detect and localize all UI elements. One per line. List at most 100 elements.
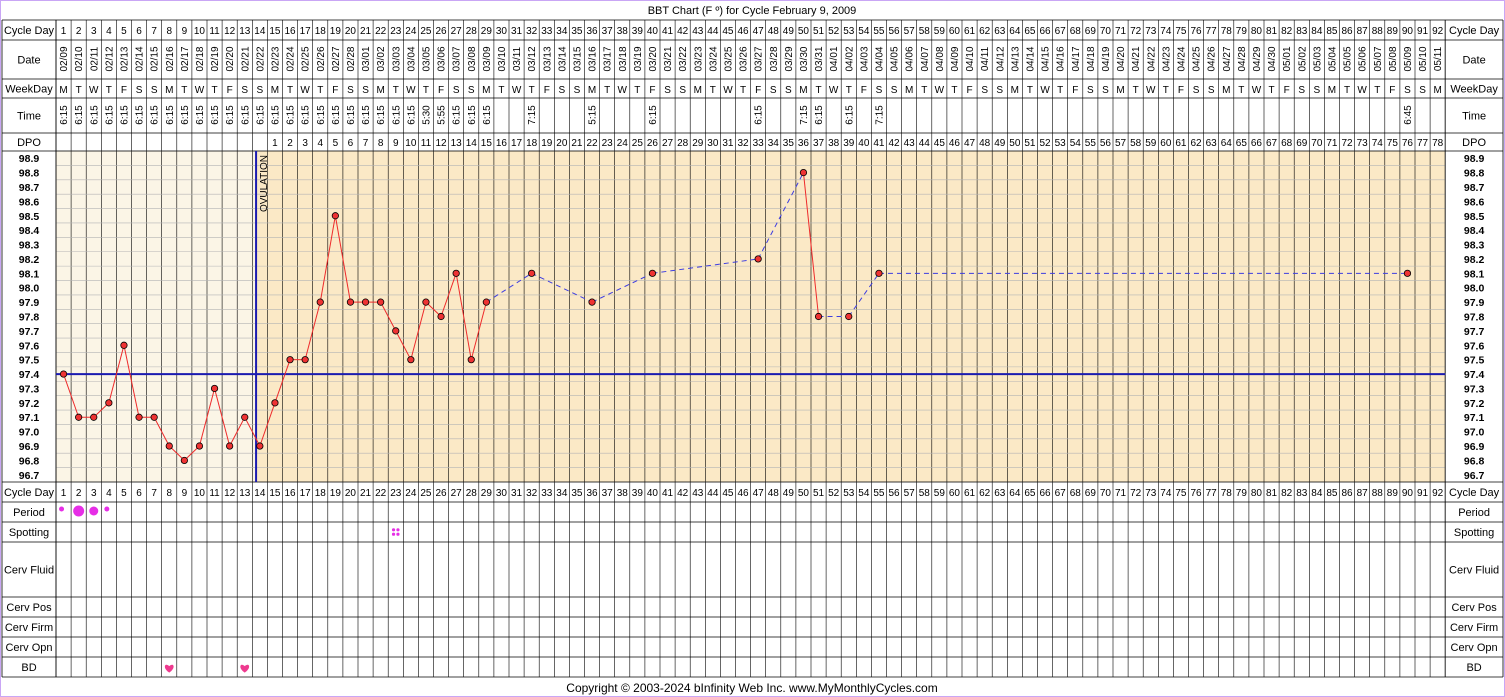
y-tick-label-right: 97.6 [1464,340,1485,352]
date-cell: 03/12 [527,46,538,71]
y-tick-label: 98.3 [19,240,40,252]
weekday-cell: M [694,85,702,96]
temp-point [135,413,143,421]
time-cell: 6:15 [255,105,266,125]
cycle-day-bottom-cell: 31 [511,488,523,499]
date-cell: 04/22 [1146,46,1157,71]
date-cell: 02/16 [165,46,176,71]
time-cell: 6:15 [150,105,161,125]
date-cell: 02/14 [135,46,146,71]
y-tick-label-right: 96.8 [1464,455,1485,467]
cycle-day-cell: 37 [602,26,614,37]
cycle-day-bottom-cell: 24 [405,488,417,499]
cycle-day-bottom-cell: 3 [91,488,97,499]
weekday-cell: W [195,85,205,96]
temp-point [316,298,324,306]
weekday-cell: T [529,85,535,96]
dpo-cell: 71 [1326,138,1338,149]
temp-point [241,413,249,421]
weekday-cell: S [362,85,369,96]
cycle-day-cell: 68 [1070,26,1082,37]
date-cell: 04/11 [980,46,991,71]
date-cell: 02/11 [89,46,100,71]
cycle-day-cell: 55 [873,26,885,37]
dpo-cell: 5 [333,138,339,149]
temp-point [377,298,385,306]
temp-point [482,298,490,306]
date-cell: 03/07 [452,46,463,71]
weekday-cell: S [559,85,566,96]
dpo-cell: 13 [451,138,463,149]
temp-point [754,255,762,263]
y-tick-label-right: 97.5 [1464,355,1485,367]
date-cell: 03/25 [723,46,734,71]
weekday-cell: S [664,85,671,96]
weekday-cell: S [770,85,777,96]
time-cell: 5:55 [437,105,448,125]
dpo-cell: 39 [843,138,855,149]
weekday-cell: T [1027,85,1033,96]
date-cell: 03/24 [708,46,719,71]
weekday-cell: S [996,85,1003,96]
date-cell: 04/25 [1192,46,1203,71]
weekday-cell: S [241,85,248,96]
weekday-cell: T [921,85,927,96]
cycle-day-cell: 52 [828,26,840,37]
time-cell: 6:15 [74,105,85,125]
date-cell: 03/16 [588,46,599,71]
cycle-day-bottom-cell: 34 [556,488,568,499]
cycle-day-bottom-cell: 73 [1145,488,1157,499]
cycle-day-cell: 83 [1296,26,1308,37]
cycle-day-label-right: Cycle Day [1449,25,1500,37]
dpo-cell: 44 [919,138,931,149]
weekday-cell: T [1133,85,1139,96]
cycle-day-bottom-cell: 29 [481,488,493,499]
dpo-cell: 35 [783,138,795,149]
date-cell: 03/10 [497,46,508,71]
cycle-day-bottom-cell: 60 [949,488,961,499]
y-tick-label-right: 98.5 [1464,211,1485,223]
dpo-cell: 30 [707,138,719,149]
dpo-cell: 28 [677,138,689,149]
temp-point [875,269,883,277]
cycle-day-cell: 32 [526,26,538,37]
time-cell: 6:15 [180,105,191,125]
y-tick-label-right: 98.6 [1464,196,1485,208]
date-cell: 03/08 [467,46,478,71]
cycle-day-cell: 44 [707,26,719,37]
y-tick-label: 98.5 [19,211,40,223]
cycle-day-bottom-cell: 84 [1311,488,1323,499]
cycle-day-bottom-cell: 50 [798,488,810,499]
dpo-cell: 42 [888,138,900,149]
cycle-day-cell: 12 [224,26,236,37]
dpo-cell: 70 [1311,138,1323,149]
date-cell: 04/10 [965,46,976,71]
weekday-cell: F [332,85,338,96]
weekday-cell: M [1011,85,1019,96]
cycle-day-bottom-cell: 13 [239,488,251,499]
cycle-day-bottom-cell: 79 [1236,488,1248,499]
cycle-day-bottom-cell: 67 [1055,488,1067,499]
cycle-day-bottom-cell: 21 [360,488,372,499]
date-cell: 04/07 [920,46,931,71]
y-tick-label: 98.0 [19,283,40,295]
temp-point [648,269,657,277]
weekday-cell: T [181,85,187,96]
cycle-day-cell: 90 [1402,26,1414,37]
temp-point [467,356,475,364]
weekday-cell: S [468,85,475,96]
date-cell: 05/05 [1343,46,1354,71]
y-axis-left: 98.9 98.8 98.7 98.6 98.5 98.4 98.3 98.2 98.1 98.0… [19,153,40,482]
temp-point [150,413,158,421]
temp-point [301,356,309,364]
y-tick-label: 98.4 [19,225,40,237]
cycle-day-bottom-cell: 72 [1130,488,1142,499]
weekday-cell: M [1433,85,1441,96]
weekday-cell: T [1057,85,1063,96]
date-cell: 02/25 [301,46,312,71]
time-cell: 7:15 [799,105,810,125]
date-label-right: Date [1462,55,1485,67]
cycle-day-bottom-cell: 7 [151,488,157,499]
cycle-day-cell: 18 [315,26,327,37]
weekday-cell: S [1087,85,1094,96]
